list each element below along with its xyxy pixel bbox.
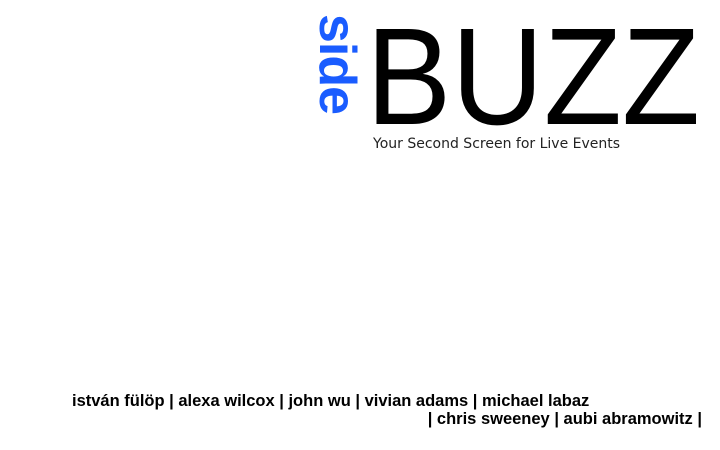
logo-buzz-wordmark: BUZZ <box>366 12 700 130</box>
logo-side-text: side <box>308 14 366 115</box>
logo-side-wordmark: side <box>300 8 370 133</box>
credits-line-1: istván fülöp | alexa wilcox | john wu | … <box>72 392 590 410</box>
sidebuzz-logo: side BUZZ <box>300 8 710 133</box>
logo-buzz-text: BUZZ <box>366 12 700 130</box>
tagline: Your Second Screen for Live Events <box>373 136 621 152</box>
credits-line-2: | chris sweeney | aubi abramowitz | <box>427 410 702 428</box>
